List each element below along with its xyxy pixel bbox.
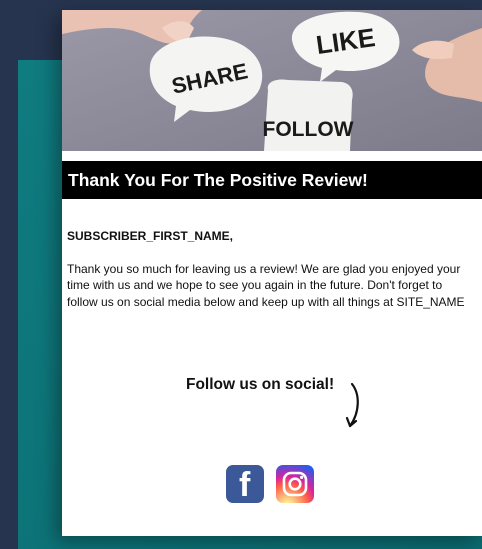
follow-callout: Follow us on social! — [180, 376, 370, 446]
svg-text:FOLLOW: FOLLOW — [263, 118, 354, 141]
facebook-icon[interactable]: f — [226, 465, 264, 503]
email-title: Thank You For The Positive Review! — [62, 161, 482, 199]
greeting: SUBSCRIBER_FIRST_NAME, — [67, 229, 234, 243]
hero-image: SHARE LIKE FOLLOW — [62, 10, 482, 151]
email-preview: SHARE LIKE FOLLOW Thank You For The Posi… — [62, 10, 482, 536]
follow-text: Follow us on social! — [186, 376, 335, 393]
instagram-icon[interactable] — [276, 465, 314, 503]
follow-bubble: FOLLOW — [263, 79, 354, 151]
body-text: Thank you so much for leaving us a revie… — [67, 262, 465, 309]
social-links: f — [226, 465, 318, 505]
curved-arrow-icon — [345, 382, 359, 428]
